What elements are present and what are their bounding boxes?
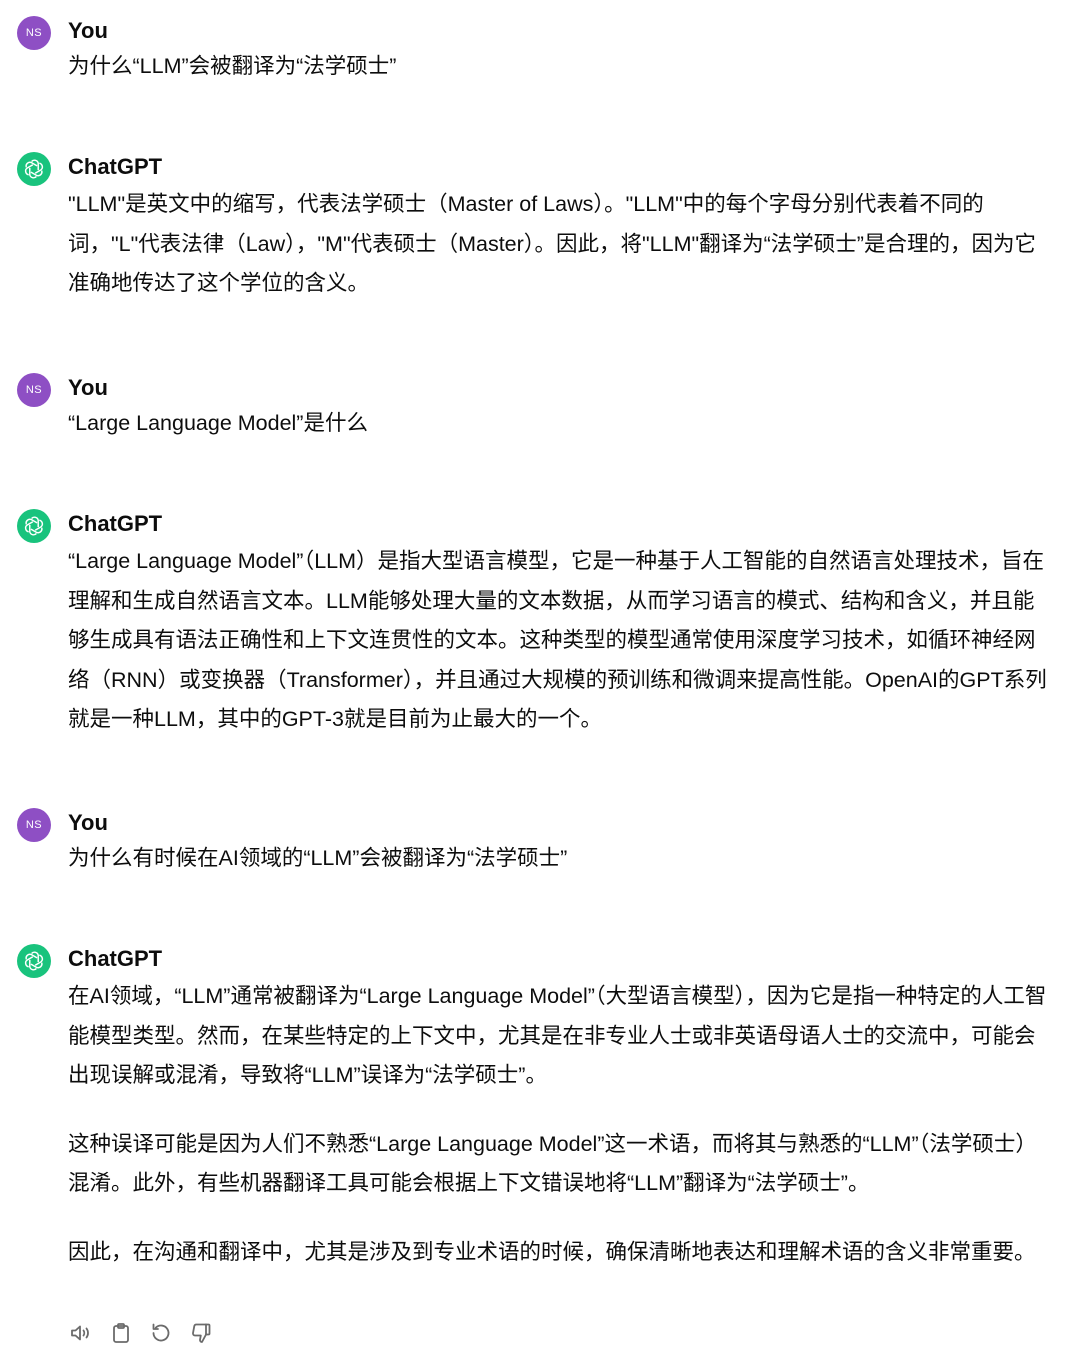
openai-logo-icon [24,951,44,971]
message-text: “Large Language Model”（LLM）是指大型语言模型，它是一种… [68,542,1048,740]
message-text: 为什么“LLM”会被翻译为“法学硕士” [68,51,1048,81]
speaker-icon [70,1325,89,1340]
message-paragraph: 为什么有时候在AI领域的“LLM”会被翻译为“法学硕士” [68,846,568,870]
message-text: 在AI领域，“LLM”通常被翻译为“Large Language Model”（… [68,977,1048,1273]
message-text: “Large Language Model”是什么 [68,408,1048,438]
assistant-avatar [17,509,51,543]
copy-button[interactable] [108,1320,133,1345]
assistant-avatar [17,152,51,186]
message-paragraph: "LLM"是英文中的缩写，代表法学硕士（Master of Laws）。"LLM… [68,192,1036,296]
message-paragraph: “Large Language Model”是什么 [68,411,368,435]
user-avatar: NS [17,373,51,407]
message-paragraph: 在AI领域，“LLM”通常被翻译为“Large Language Model”（… [68,984,1047,1088]
avatar-initials: NS [25,27,43,39]
user-avatar: NS [17,808,51,842]
message-author: You [68,810,108,835]
bad-response-button[interactable] [188,1320,213,1345]
assistant-avatar [17,944,51,978]
thumbs-down-icon [191,1323,210,1343]
avatar-initials: NS [25,819,43,831]
user-avatar: NS [17,16,51,50]
message-actions [68,1320,213,1345]
openai-logo-icon [24,516,44,536]
message-author: You [68,18,108,43]
message-paragraph: 为什么“LLM”会被翻译为“法学硕士” [68,54,397,78]
openai-logo-icon [24,159,44,179]
message-paragraph: “Large Language Model”（LLM）是指大型语言模型，它是一种… [68,549,1047,732]
message-author: ChatGPT [68,511,163,536]
message-text: 为什么有时候在AI领域的“LLM”会被翻译为“法学硕士” [68,843,1048,873]
regenerate-icon [152,1323,169,1341]
message-paragraph: 这种误译可能是因为人们不熟悉“Large Language Model”这一术语… [68,1131,1037,1196]
message-text: "LLM"是英文中的缩写，代表法学硕士（Master of Laws）。"LLM… [68,185,1048,304]
message-author: ChatGPT [68,946,163,971]
message-author: ChatGPT [68,154,163,179]
message-author: You [68,375,108,400]
clipboard-icon [112,1322,129,1343]
read-aloud-button[interactable] [68,1320,93,1345]
message-paragraph: 因此，在沟通和翻译中，尤其是涉及到专业术语的时候，确保清晰地表达和理解术语的含义… [68,1239,1036,1264]
avatar-initials: NS [25,384,43,396]
regenerate-button[interactable] [148,1320,173,1345]
